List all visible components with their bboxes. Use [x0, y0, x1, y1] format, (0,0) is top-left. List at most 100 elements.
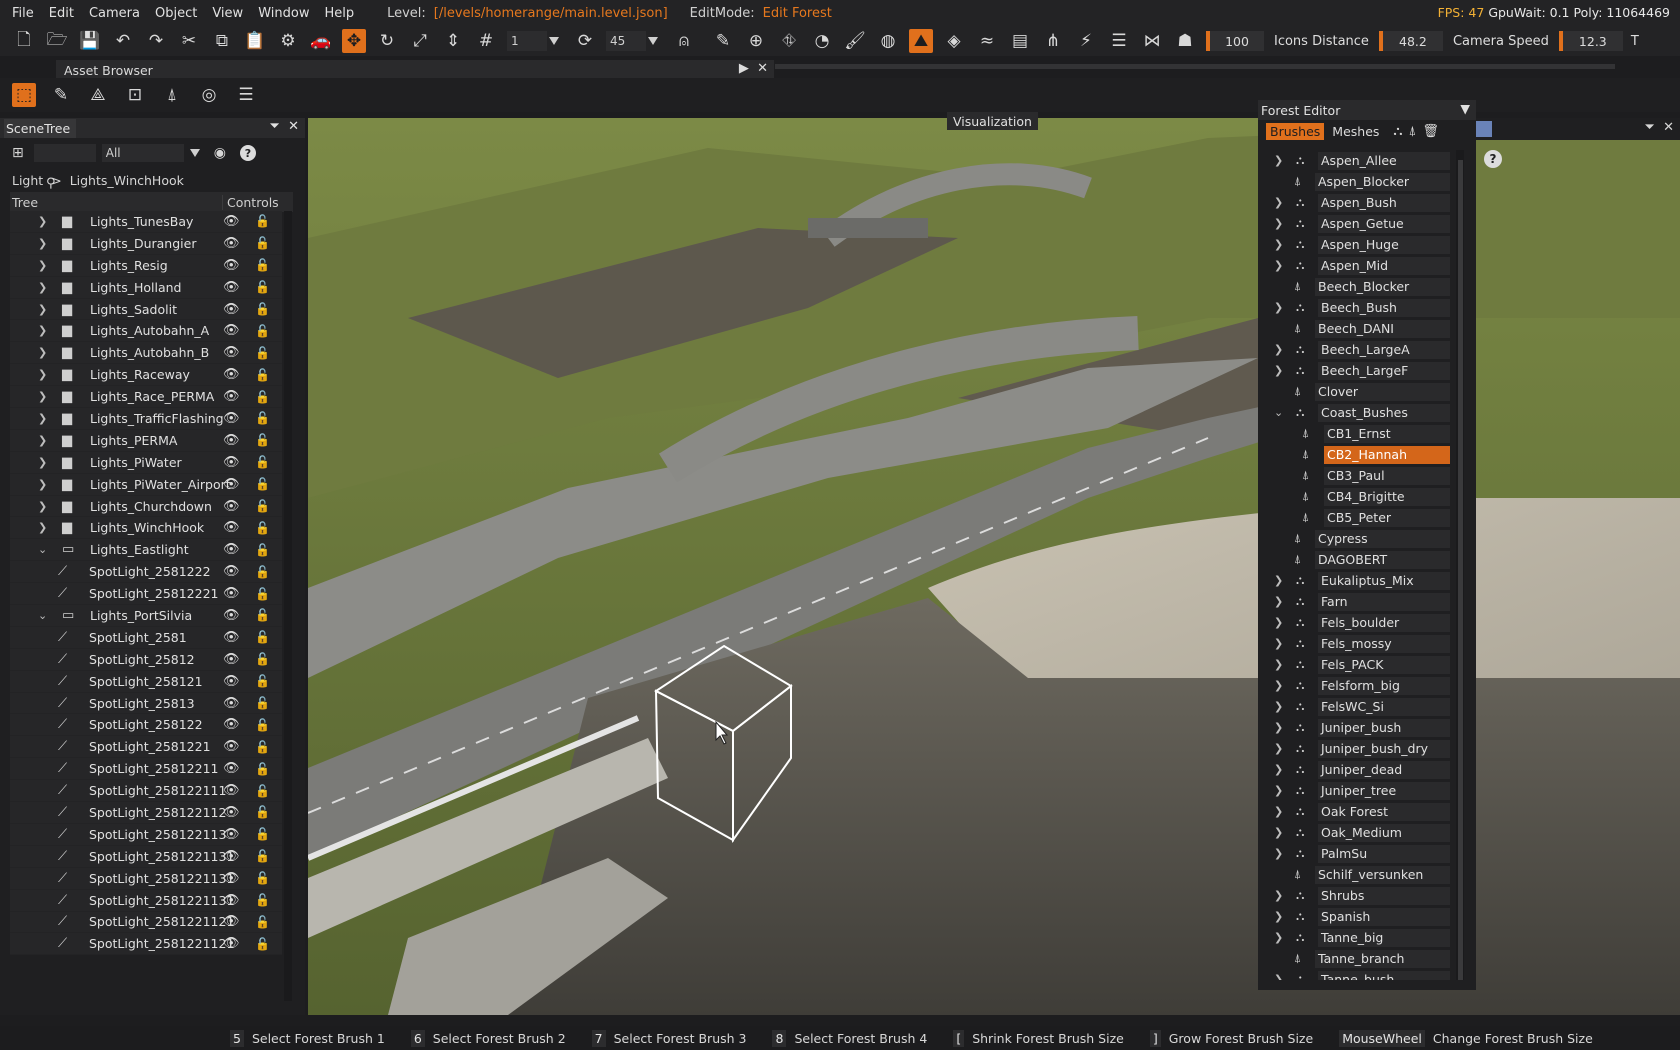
rotate-snap-field[interactable]: 45 — [606, 31, 646, 51]
expand-chevron-icon[interactable]: ❯ — [1274, 679, 1283, 692]
new-file-icon[interactable]: 🗋 — [12, 29, 36, 53]
expand-chevron-icon[interactable]: ❯ — [1274, 931, 1283, 944]
forest-paint-icon[interactable]: ✎ — [49, 83, 73, 107]
expand-chevron-icon[interactable]: ❯ — [1274, 259, 1283, 272]
visibility-eye-icon[interactable]: 👁 — [223, 214, 240, 229]
paint-roller-icon[interactable]: 🖌 — [843, 29, 867, 53]
forest-item[interactable]: ❯ ⛬ Tanne_bush — [1258, 969, 1454, 980]
menu-object[interactable]: Object — [155, 6, 197, 21]
tab-brushes[interactable]: Brushes — [1266, 122, 1325, 140]
menu-edit[interactable]: Edit — [49, 6, 74, 21]
visibility-eye-icon[interactable]: 👁 — [223, 411, 240, 426]
forest-target-icon[interactable]: ◎ — [197, 83, 221, 107]
collapse-chevron-icon[interactable]: ⌄ — [38, 609, 48, 622]
expand-chevron-icon[interactable]: ❯ — [38, 259, 48, 272]
expand-chevron-icon[interactable]: ❯ — [38, 500, 48, 513]
column-tree[interactable]: Tree — [12, 195, 38, 210]
open-folder-icon[interactable]: 🗁 — [45, 29, 69, 53]
rotate-snap-caret-icon[interactable] — [648, 37, 658, 45]
forest-item[interactable]: ❯ ⛬ Juniper_dead — [1258, 759, 1454, 780]
rotate-snap-icon[interactable]: ⟳ — [573, 29, 597, 53]
tree-row-group[interactable]: ❯ ▆ Lights_Autobahn_B 👁 🔓 — [10, 342, 282, 365]
forest-list-icon[interactable]: ☰ — [234, 83, 258, 107]
close-icon[interactable]: ✕ — [1663, 120, 1674, 135]
lock-icon[interactable]: 🔓 — [255, 543, 270, 557]
lock-icon[interactable]: 🔓 — [255, 827, 270, 841]
visibility-eye-icon[interactable]: 👁 — [223, 455, 240, 470]
forest-item[interactable]: ❯ ⛬ Eukaliptus_Mix — [1258, 570, 1454, 591]
bridge-icon[interactable]: ⋔ — [1041, 29, 1065, 53]
lock-icon[interactable]: 🔓 — [255, 368, 270, 382]
lock-icon[interactable]: 🔓 — [255, 849, 270, 863]
visibility-eye-icon[interactable]: 👁 — [223, 608, 240, 623]
camera-speed-field[interactable]: 12.3 — [1558, 31, 1623, 51]
tree-row-group[interactable]: ❯ ▆ Lights_PiWater_Airport 👁 🔓 — [10, 473, 282, 496]
lock-icon[interactable]: 🔓 — [255, 674, 270, 688]
close-icon[interactable]: ✕ — [757, 61, 768, 76]
lock-icon[interactable]: 🔓 — [255, 762, 270, 776]
add-group-icon[interactable]: ⊞ — [12, 145, 24, 161]
close-icon[interactable]: ✕ — [288, 119, 299, 134]
lock-icon[interactable]: 🔓 — [255, 455, 270, 469]
forest-hand-icon[interactable]: ⍋ — [160, 83, 184, 107]
expand-chevron-icon[interactable]: ❯ — [1274, 238, 1283, 251]
expand-chevron-icon[interactable]: ❯ — [1274, 763, 1283, 776]
forest-item[interactable]: ❯ ⛬ Shrubs — [1258, 885, 1454, 906]
menu-file[interactable]: File — [12, 6, 34, 21]
menu-window[interactable]: Window — [258, 6, 309, 21]
visibility-eye-icon[interactable]: 👁 — [223, 805, 240, 820]
visibility-eye-icon[interactable]: 👁 — [223, 871, 240, 886]
forest-list-scroll-thumb[interactable] — [1458, 160, 1463, 980]
forest-item[interactable]: ❯ ⛬ Juniper_tree — [1258, 780, 1454, 801]
visibility-eye-icon[interactable]: 👁 — [223, 783, 240, 798]
tree-row-group[interactable]: ❯ ▆ Lights_Durangier 👁 🔓 — [10, 232, 282, 255]
expand-chevron-icon[interactable]: ❯ — [38, 434, 48, 447]
tree-row-group[interactable]: ❯ ▆ Lights_WinchHook 👁 🔓 — [10, 517, 282, 540]
forest-item[interactable]: ❯ ⛬ Felsform_big — [1258, 675, 1454, 696]
expand-chevron-icon[interactable]: ❯ — [1274, 637, 1283, 650]
expand-chevron-icon[interactable]: ❯ — [1274, 616, 1283, 629]
add-brush-icon[interactable]: ⛬ — [1393, 124, 1402, 139]
scene-tree-tab[interactable]: SceneTree — [4, 118, 77, 138]
forest-editor-collapse-icon[interactable]: ▼ — [1460, 101, 1470, 116]
lock-icon[interactable]: 🔓 — [255, 258, 270, 272]
lock-icon[interactable]: 🔓 — [255, 871, 270, 885]
filter-dropdown-caret-icon[interactable] — [189, 149, 200, 157]
pencil-icon[interactable]: ✎ — [711, 29, 735, 53]
visibility-eye-icon[interactable]: 👁 — [223, 827, 240, 842]
redo-icon[interactable]: ↷ — [144, 29, 168, 53]
barrier-icon[interactable]: ☰ — [1107, 29, 1131, 53]
visibility-eye-icon[interactable]: 👁 — [223, 761, 240, 776]
forest-item[interactable]: ❯ ⛬ Aspen_Mid — [1258, 255, 1454, 276]
expand-chevron-icon[interactable]: ❯ — [1274, 700, 1283, 713]
expand-chevron-icon[interactable]: ❯ — [1274, 154, 1283, 167]
forest-item[interactable]: ❯ ⛬ Fels_boulder — [1258, 612, 1454, 633]
expand-chevron-icon[interactable]: ❯ — [1274, 595, 1283, 608]
play-icon[interactable]: ▶ — [739, 61, 749, 76]
expand-chevron-icon[interactable]: ❯ — [38, 346, 48, 359]
forest-erase-icon[interactable]: ⟁ — [86, 83, 110, 107]
cut-icon[interactable]: ✂ — [177, 29, 201, 53]
forest-item[interactable]: ❯ ⛬ Oak Forest — [1258, 801, 1454, 822]
forest-item[interactable]: ❯ ⛬ Farn — [1258, 591, 1454, 612]
forest-tool-icon[interactable]: ⛰ — [909, 29, 933, 53]
forest-item[interactable]: ❯ ⛬ Juniper_bush_dry — [1258, 738, 1454, 759]
expand-chevron-icon[interactable]: ❯ — [1274, 343, 1283, 356]
help-icon[interactable]: ? — [239, 145, 256, 161]
forest-item[interactable]: ⍋ CB5_Peter — [1258, 507, 1454, 528]
tree-row-spotlight[interactable]: ⟋ SpotLight_25812 👁 🔓 — [10, 648, 282, 671]
dock-menu-icon[interactable]: ⏷ — [1644, 120, 1654, 135]
snap-value-field[interactable]: 1 — [507, 31, 547, 51]
visibility-eye-icon[interactable]: 👁 — [223, 345, 240, 360]
forest-item[interactable]: ⍋ Cypress — [1258, 528, 1454, 549]
lock-icon[interactable]: 🔓 — [255, 784, 270, 798]
visibility-eye-icon[interactable]: 👁 — [223, 520, 240, 535]
forest-item[interactable]: ⍋ Beech_Blocker — [1258, 276, 1454, 297]
tree-row-spotlight[interactable]: ⟋ SpotLight_2581221121 👁 🔓 — [10, 911, 282, 934]
forest-item[interactable]: ⍋ Beech_DANI — [1258, 318, 1454, 339]
tree-row-spotlight[interactable]: ⟋ SpotLight_258122112 👁 🔓 — [10, 802, 282, 824]
tree-row-spotlight[interactable]: ⟋ SpotLight_2581221121 👁 🔓 — [10, 933, 282, 956]
visibility-eye-icon[interactable]: 👁 — [223, 542, 240, 557]
paste-icon[interactable]: 📋 — [243, 29, 267, 53]
help-icon[interactable]: ? — [1484, 150, 1502, 168]
